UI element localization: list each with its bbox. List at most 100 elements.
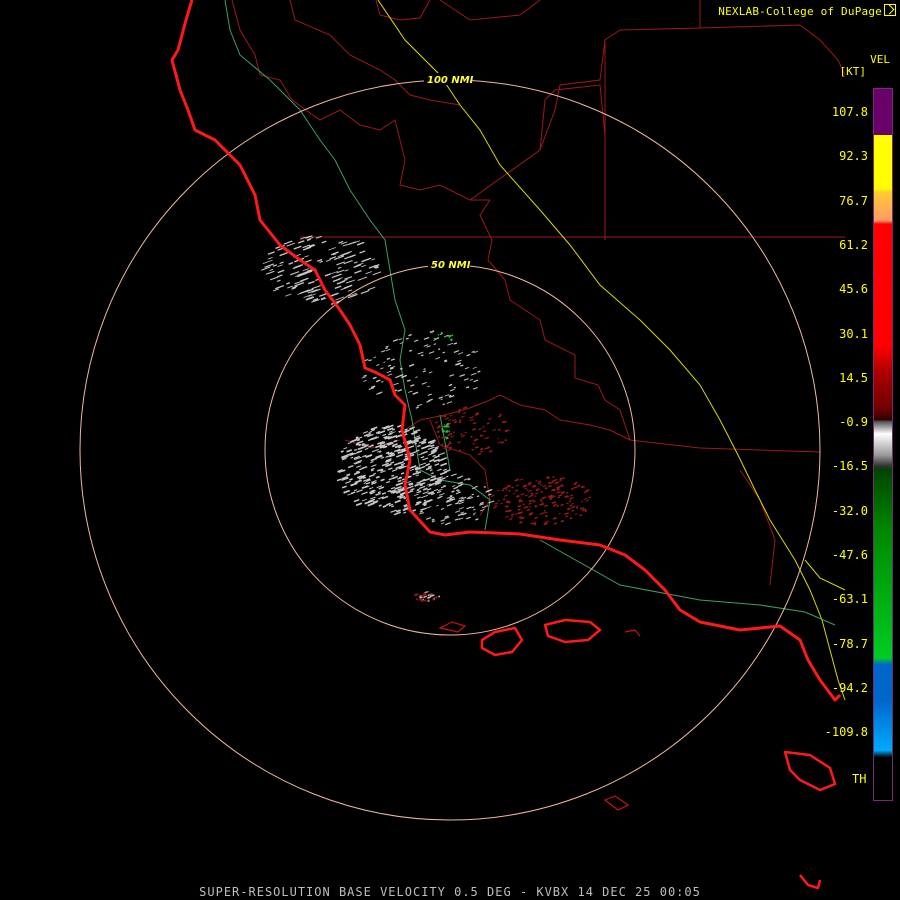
ring-label-50nmi: 50 NMI bbox=[431, 260, 471, 271]
echo-pixel bbox=[452, 431, 455, 434]
colorbar-tick-label: 14.5 bbox=[839, 370, 868, 385]
echo-pixel bbox=[319, 260, 324, 263]
echo-pixel bbox=[365, 454, 373, 459]
colorbar-tick-label: 92.3 bbox=[839, 149, 868, 164]
echo-pixel bbox=[565, 515, 568, 518]
echo-pixel bbox=[528, 499, 532, 503]
echo-pixel bbox=[552, 478, 558, 482]
colorbar-tick-label: -0.9 bbox=[839, 415, 868, 430]
echo-pixel bbox=[361, 465, 368, 470]
echo-pixel bbox=[440, 507, 445, 510]
echo-pixel bbox=[453, 350, 460, 354]
echo-pixel bbox=[492, 506, 496, 509]
echo-pixel bbox=[466, 516, 471, 520]
echo-pixel bbox=[526, 489, 529, 491]
echo-pixel bbox=[451, 485, 456, 488]
echo-pixel bbox=[410, 451, 417, 455]
echo-pixel bbox=[448, 419, 452, 422]
echo-pixel bbox=[446, 401, 453, 404]
echo-pixel bbox=[457, 441, 461, 444]
echo-pixel bbox=[373, 356, 377, 359]
echo-pixel bbox=[564, 495, 569, 499]
echo-pixel bbox=[548, 484, 552, 488]
echo-pixel bbox=[435, 357, 441, 360]
echo-pixel bbox=[504, 515, 509, 519]
echo-pixel bbox=[371, 258, 376, 261]
echo-pixel bbox=[443, 335, 447, 338]
echo-pixel bbox=[426, 506, 432, 509]
echo-pixel bbox=[504, 486, 508, 489]
echo-pixel bbox=[449, 388, 455, 392]
echo-pixel bbox=[469, 416, 474, 419]
cod-logo-icon bbox=[884, 4, 896, 16]
echo-pixel bbox=[497, 428, 501, 431]
echo-pixel bbox=[409, 349, 412, 352]
echo-pixel bbox=[422, 457, 429, 461]
echo-pixel bbox=[390, 358, 396, 361]
echo-pixel bbox=[410, 384, 415, 387]
echo-pixel bbox=[450, 473, 457, 477]
colorbar-tick-label: -94.2 bbox=[831, 680, 868, 695]
echo-pixel bbox=[476, 495, 480, 498]
echo-pixel bbox=[387, 373, 393, 376]
echo-pixel bbox=[422, 370, 427, 373]
echo-pixel bbox=[479, 434, 483, 437]
legend-units: [KT] bbox=[840, 66, 867, 78]
echo-pixel bbox=[458, 419, 462, 422]
echo-pixel bbox=[415, 598, 418, 601]
echo-pixel bbox=[347, 464, 354, 469]
echo-pixel bbox=[372, 376, 377, 380]
echo-pixel bbox=[459, 373, 466, 378]
echo-pixel bbox=[541, 501, 544, 504]
echo-pixel bbox=[387, 467, 393, 471]
echo-pixel bbox=[471, 506, 475, 509]
echo-pixel bbox=[492, 428, 496, 432]
echo-pixel bbox=[383, 361, 386, 363]
echo-pixel bbox=[444, 417, 450, 420]
echo-pixel bbox=[588, 496, 592, 499]
echo-pixel bbox=[346, 449, 353, 453]
echo-pixel bbox=[574, 513, 578, 516]
echo-pixel bbox=[396, 453, 404, 458]
echo-pixel bbox=[434, 421, 439, 424]
echo-pixel bbox=[484, 447, 489, 450]
echo-pixel bbox=[391, 505, 395, 508]
echo-pixel bbox=[364, 447, 369, 450]
echo-pixel bbox=[477, 452, 482, 456]
echo-pixel bbox=[356, 450, 363, 454]
colorbar-tick-label: -78.7 bbox=[831, 636, 868, 651]
echo-pixel bbox=[415, 474, 420, 477]
echo-pixel bbox=[337, 266, 342, 269]
echo-pixel bbox=[276, 279, 281, 283]
echo-pixel bbox=[502, 498, 506, 501]
echo-pixel bbox=[473, 379, 479, 383]
colorbar-tick-label: 61.2 bbox=[839, 237, 868, 252]
echo-pixel bbox=[331, 273, 342, 279]
echo-pixel bbox=[370, 461, 374, 464]
echo-pixel bbox=[473, 508, 476, 511]
echo-pixel bbox=[355, 502, 363, 507]
echo-pixel bbox=[408, 390, 413, 393]
echo-pixel bbox=[552, 475, 555, 479]
colorbar-th-label: TH bbox=[852, 772, 867, 786]
echo-pixel bbox=[579, 514, 583, 517]
echo-pixel bbox=[344, 269, 349, 272]
echo-pixel bbox=[583, 497, 588, 501]
echo-pixel bbox=[571, 509, 575, 512]
echo-pixel bbox=[288, 261, 294, 265]
echo-pixel bbox=[494, 504, 498, 508]
echo-pixel bbox=[390, 486, 396, 490]
echo-pixel bbox=[554, 481, 559, 485]
ring-label-100nmi: 100 NMI bbox=[427, 75, 474, 86]
echo-pixel bbox=[529, 494, 534, 497]
echo-pixel bbox=[497, 438, 500, 440]
echo-pixel bbox=[368, 486, 374, 490]
echo-pixel bbox=[535, 480, 538, 482]
echo-pixel bbox=[542, 485, 547, 488]
echo-pixel bbox=[348, 241, 355, 245]
echo-pixel bbox=[551, 488, 556, 492]
echo-pixel bbox=[458, 507, 464, 510]
echo-pixel bbox=[424, 477, 431, 482]
echo-pixel bbox=[421, 381, 427, 385]
echo-pixel bbox=[442, 403, 445, 406]
